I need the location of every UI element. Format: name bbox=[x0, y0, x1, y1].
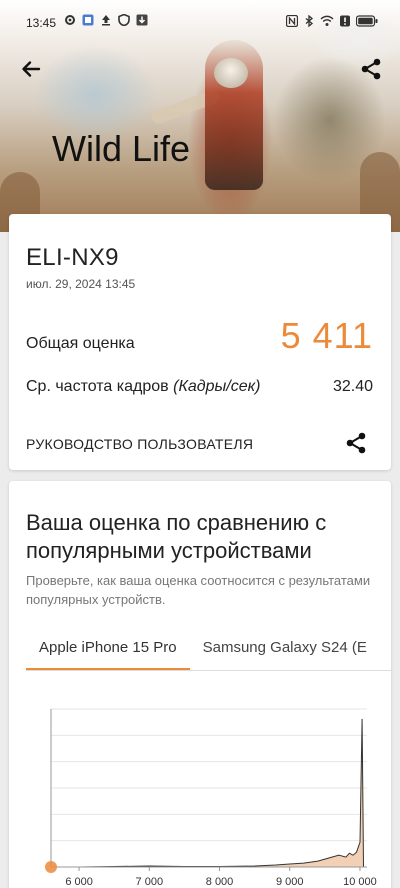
share-icon[interactable] bbox=[343, 430, 369, 456]
result-card: ELI-NX9 июл. 29, 2024 13:45 Общая оценка… bbox=[9, 214, 391, 470]
status-right-icons bbox=[286, 15, 378, 27]
user-guide-link[interactable]: РУКОВОДСТВО ПОЛЬЗОВАТЕЛЯ bbox=[26, 436, 253, 452]
distribution-area bbox=[51, 718, 364, 867]
comparison-title: Ваша оценка по сравнению с популярными у… bbox=[26, 510, 327, 563]
battery-icon bbox=[356, 15, 378, 27]
download-box-icon bbox=[136, 14, 148, 26]
test-date: июл. 29, 2024 13:45 bbox=[26, 277, 136, 291]
nfc-icon bbox=[286, 15, 298, 27]
chart-x-tick-label: 8 000 bbox=[206, 876, 234, 888]
device-name: ELI-NX9 bbox=[26, 244, 119, 271]
chart-x-tick-label: 10 000 bbox=[343, 876, 377, 888]
user-score-marker bbox=[45, 861, 57, 873]
wifi-icon bbox=[320, 15, 334, 26]
share-icon[interactable] bbox=[358, 56, 384, 82]
status-time: 13:45 bbox=[26, 16, 57, 30]
tab-samsung-galaxy-s24[interactable]: Samsung Galaxy S24 (E bbox=[190, 631, 380, 670]
avg-fps-unit: (Кадры/сек) bbox=[173, 378, 261, 395]
avg-fps-label-text: Ср. частота кадров bbox=[26, 378, 169, 395]
status-left-icons bbox=[64, 14, 148, 26]
benchmark-title: Wild Life bbox=[52, 128, 191, 169]
avg-fps-value: 32.40 bbox=[332, 378, 373, 395]
shield-icon bbox=[118, 14, 130, 26]
comparison-card: Ваша оценка по сравнению с популярными у… bbox=[9, 481, 391, 888]
bluetooth-icon bbox=[305, 15, 314, 27]
chart-x-tick-label: 6 000 bbox=[65, 876, 93, 888]
status-bar: 13:45 bbox=[0, 0, 400, 46]
distribution-line bbox=[51, 718, 364, 868]
overall-score-value: 5 411 bbox=[280, 315, 373, 356]
top-app-bar bbox=[0, 50, 400, 90]
overall-score-label: Общая оценка bbox=[26, 335, 135, 352]
chart-x-tick-label: 9 000 bbox=[276, 876, 304, 888]
device-tabs: Apple iPhone 15 Pro Samsung Galaxy S24 (E bbox=[26, 631, 391, 671]
comparison-subtitle: Проверьте, как ваша оценка соотносится с… bbox=[26, 573, 371, 607]
score-distribution-chart: 6 000 7 000 8 000 9 000 10 000 bbox=[45, 708, 377, 888]
app-icon bbox=[82, 14, 94, 26]
avg-fps-label: Ср. частота кадров (Кадры/сек) bbox=[26, 378, 261, 396]
tab-apple-iphone-15-pro[interactable]: Apple iPhone 15 Pro bbox=[26, 631, 190, 670]
upload-icon bbox=[102, 15, 110, 26]
chart-x-tick-label: 7 000 bbox=[136, 876, 164, 888]
back-arrow-icon[interactable] bbox=[18, 56, 44, 82]
gear-icon bbox=[65, 15, 75, 25]
alert-icon bbox=[340, 15, 350, 27]
